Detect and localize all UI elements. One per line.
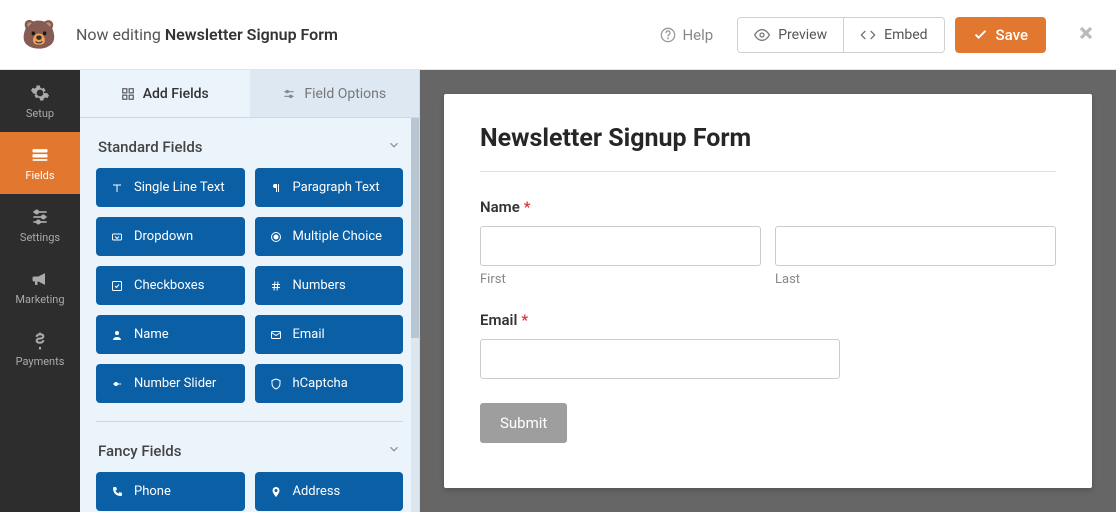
required-indicator: *: [524, 198, 531, 216]
sidebar-tabs: Add Fields Field Options: [80, 70, 419, 118]
field-multiple-choice[interactable]: Multiple Choice: [255, 217, 404, 256]
topbar-actions: Help Preview Embed Save: [660, 17, 1096, 53]
dollar-icon: [30, 331, 50, 351]
fields-icon: [30, 145, 50, 165]
close-button[interactable]: [1076, 23, 1096, 47]
code-icon: [860, 27, 876, 43]
field-numbers[interactable]: Numbers: [255, 266, 404, 305]
eye-icon: [754, 27, 770, 43]
field-dropdown[interactable]: Dropdown: [96, 217, 245, 256]
save-button[interactable]: Save: [955, 17, 1046, 53]
preview-button[interactable]: Preview: [738, 18, 843, 52]
section-fancy-fields[interactable]: Fancy Fields: [96, 436, 403, 472]
tab-add-fields[interactable]: Add Fields: [80, 70, 250, 117]
name-label: Name*: [480, 198, 1056, 216]
field-paragraph-text[interactable]: Paragraph Text: [255, 168, 404, 207]
last-sublabel: Last: [775, 272, 1056, 287]
envelope-icon: [269, 328, 283, 342]
field-address[interactable]: Address: [255, 472, 404, 511]
email-label: Email*: [480, 311, 1056, 329]
user-icon: [110, 328, 124, 342]
fields-sidebar: Add Fields Field Options Standard Fields…: [80, 70, 420, 512]
check-icon: [973, 27, 988, 42]
field-checkboxes[interactable]: Checkboxes: [96, 266, 245, 305]
field-email[interactable]: Email: [255, 315, 404, 354]
checkbox-icon: [110, 279, 124, 293]
form-field-name[interactable]: Name* First Last: [480, 198, 1056, 287]
field-number-slider[interactable]: Number Slider: [96, 364, 245, 403]
embed-button[interactable]: Embed: [843, 18, 943, 52]
section-divider: [96, 421, 403, 422]
gear-icon: [30, 83, 50, 103]
first-name-input[interactable]: [480, 226, 761, 266]
nav-fields[interactable]: Fields: [0, 132, 80, 194]
form-title[interactable]: Newsletter Signup Form: [480, 124, 1056, 172]
close-icon: [1076, 23, 1096, 43]
email-input[interactable]: [480, 339, 840, 379]
bullhorn-icon: [30, 269, 50, 289]
slider-icon: [110, 377, 124, 391]
text-icon: [110, 181, 124, 195]
left-nav: Setup Fields Settings Marketing Payments: [0, 70, 80, 512]
required-indicator: *: [521, 311, 528, 329]
pin-icon: [269, 485, 283, 499]
radio-icon: [269, 230, 283, 244]
grid-icon: [121, 87, 135, 101]
scrollbar-thumb[interactable]: [411, 118, 419, 338]
field-hcaptcha[interactable]: hCaptcha: [255, 364, 404, 403]
nav-payments[interactable]: Payments: [0, 318, 80, 380]
nav-settings[interactable]: Settings: [0, 194, 80, 256]
submit-button[interactable]: Submit: [480, 403, 567, 443]
form-field-email[interactable]: Email*: [480, 311, 1056, 379]
sidebar-scrollbar[interactable]: [411, 118, 419, 512]
help-link[interactable]: Help: [660, 26, 713, 44]
nav-marketing[interactable]: Marketing: [0, 256, 80, 318]
sliders-icon: [30, 207, 50, 227]
field-single-line-text[interactable]: Single Line Text: [96, 168, 245, 207]
standard-fields-grid: Single Line Text Paragraph Text Dropdown…: [96, 168, 403, 403]
help-icon: [660, 27, 676, 43]
fancy-fields-grid: Phone Address: [96, 472, 403, 511]
shield-icon: [269, 377, 283, 391]
dropdown-icon: [110, 230, 124, 244]
hash-icon: [269, 279, 283, 293]
chevron-down-icon: [387, 138, 401, 156]
phone-icon: [110, 485, 124, 499]
last-name-input[interactable]: [775, 226, 1056, 266]
first-sublabel: First: [480, 272, 761, 287]
chevron-down-icon: [387, 442, 401, 460]
tab-field-options[interactable]: Field Options: [250, 70, 420, 117]
page-title: Now editing Newsletter Signup Form: [76, 25, 338, 44]
field-phone[interactable]: Phone: [96, 472, 245, 511]
form-canvas-wrap: Newsletter Signup Form Name* First Last …: [420, 70, 1116, 512]
app-logo: 🐻: [20, 16, 58, 54]
paragraph-icon: [269, 181, 283, 195]
preview-embed-group: Preview Embed: [737, 17, 944, 53]
nav-setup[interactable]: Setup: [0, 70, 80, 132]
section-standard-fields[interactable]: Standard Fields: [96, 132, 403, 168]
topbar: 🐻 Now editing Newsletter Signup Form Hel…: [0, 0, 1116, 70]
options-icon: [282, 87, 296, 101]
field-name[interactable]: Name: [96, 315, 245, 354]
form-canvas[interactable]: Newsletter Signup Form Name* First Last …: [444, 94, 1092, 488]
